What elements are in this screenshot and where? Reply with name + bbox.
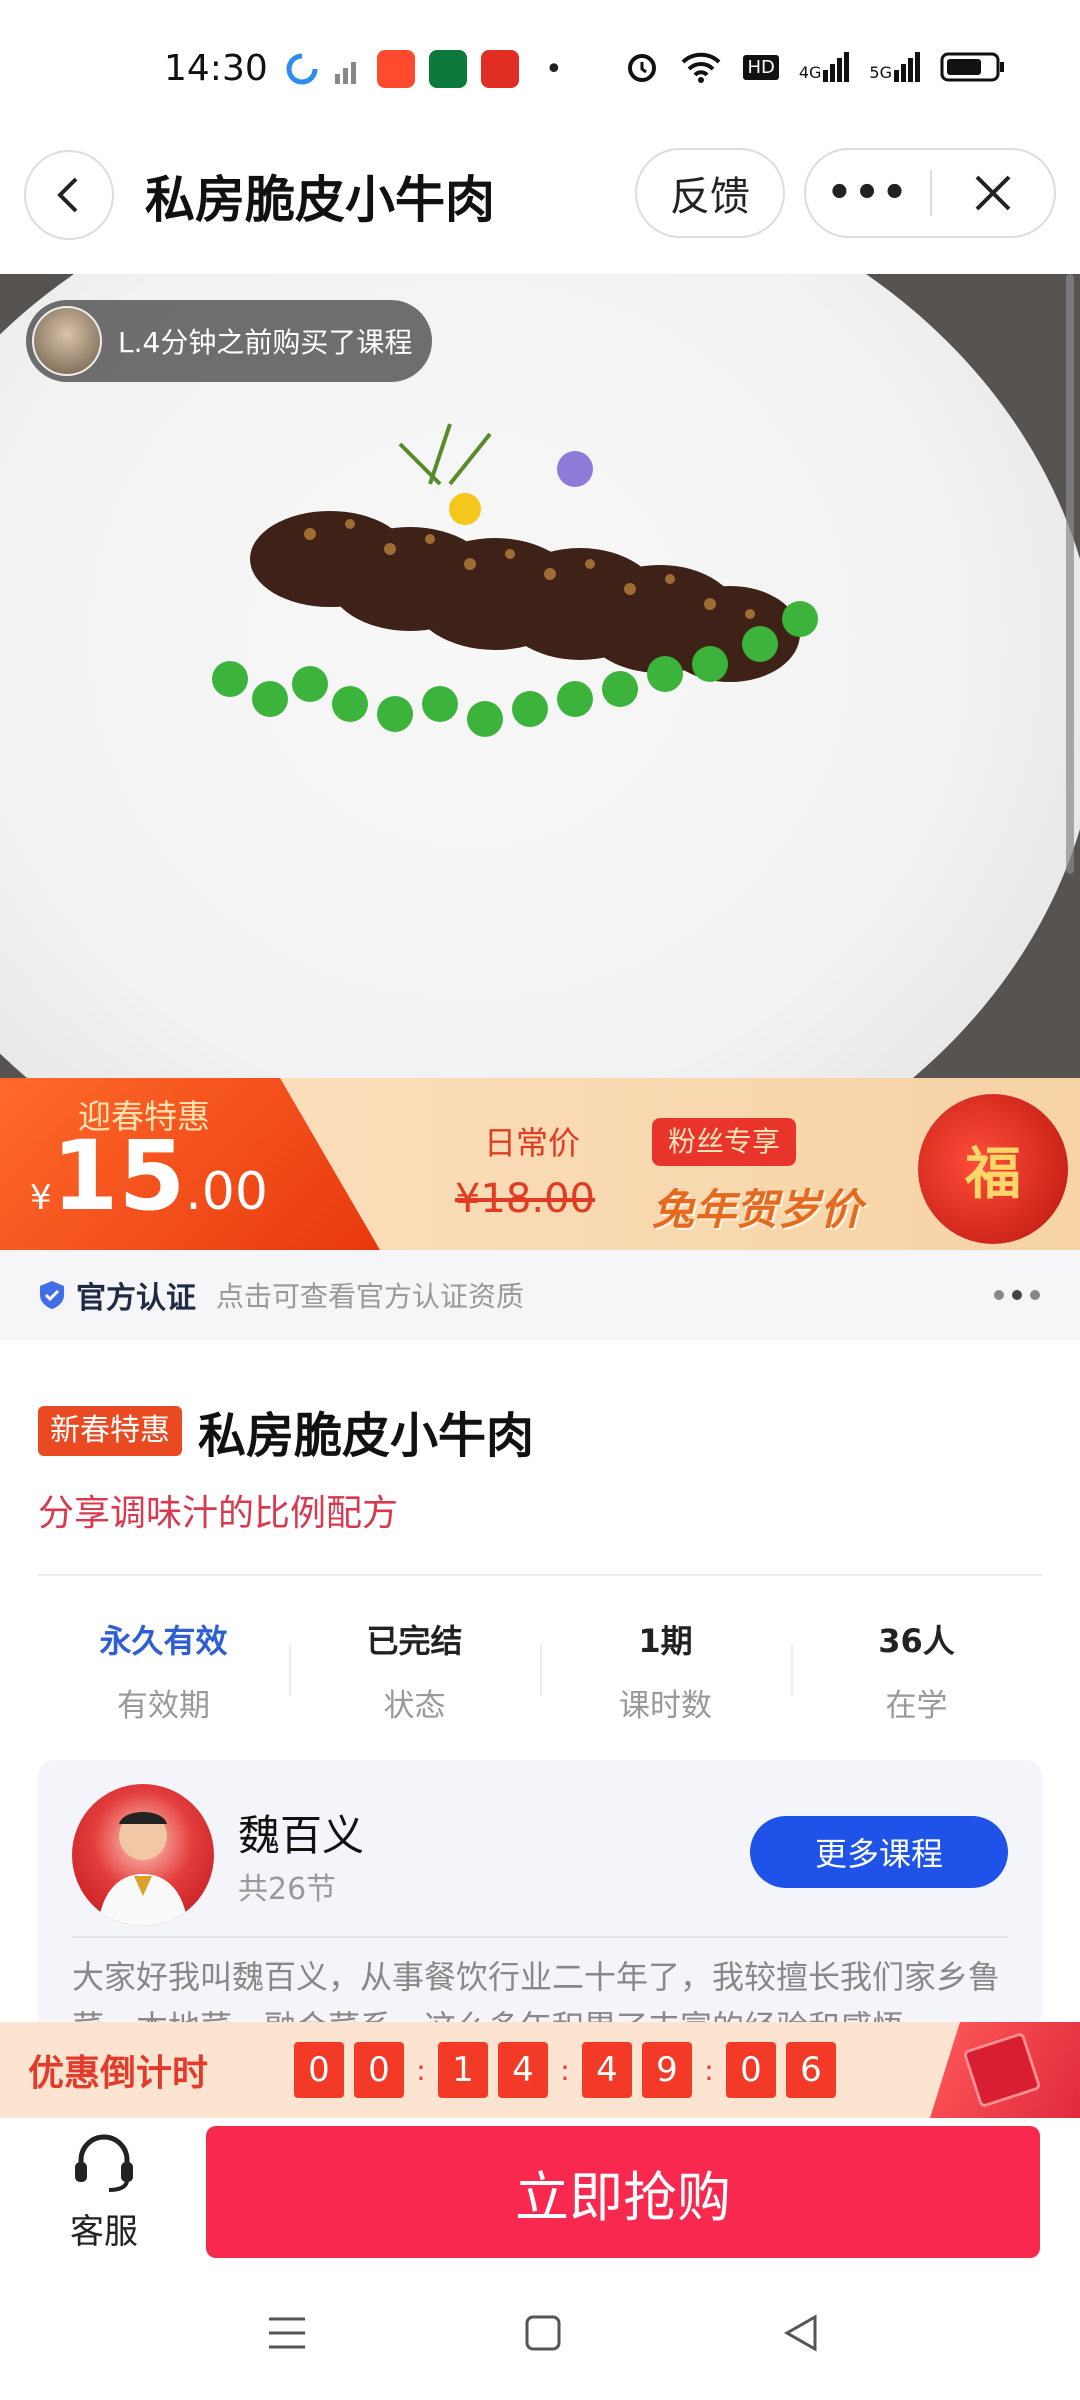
rabbit-year-price-text: 兔年贺岁价 xyxy=(652,1185,863,1234)
countdown-digit: 0 xyxy=(294,2042,344,2098)
signal-4g-icon: 4G xyxy=(799,52,850,82)
signal-weak-icon xyxy=(335,62,356,84)
teacher-lesson-count: 共26节 xyxy=(238,1872,337,1907)
stat-label: 课时数 xyxy=(619,1688,712,1724)
course-subtitle: 分享调味汁的比例配方 xyxy=(38,1493,399,1534)
price-banner: 迎春特惠 ¥15.00 日常价 ¥18.00 粉丝专享 兔年贺岁价 福 xyxy=(0,1078,1080,1250)
price-integer: 15 xyxy=(51,1120,186,1232)
price-decimal: .00 xyxy=(185,1162,268,1222)
countdown-digit: 0 xyxy=(354,2042,404,2098)
system-navigation-bar xyxy=(0,2270,1080,2400)
battery-icon xyxy=(940,52,1004,82)
countdown-label: 优惠倒计时 xyxy=(28,2053,209,2094)
feedback-button[interactable]: 反馈 xyxy=(635,148,785,238)
shield-check-icon xyxy=(40,1281,64,1309)
back-button[interactable] xyxy=(24,150,114,240)
countdown-digit: 1 xyxy=(438,2042,488,2098)
divider xyxy=(72,1936,1008,1938)
close-icon xyxy=(975,175,1011,211)
status-system-icons: HD 4G 5G xyxy=(625,50,1006,84)
stat-learners: 36人 在学 xyxy=(791,1610,1042,1730)
teacher-portrait-image xyxy=(98,1812,188,1926)
stat-value: 1期 xyxy=(638,1622,693,1660)
mini-app-capsule: ••• xyxy=(804,148,1056,238)
stat-status: 已完结 状态 xyxy=(289,1610,540,1730)
dish-image xyxy=(212,423,818,737)
image-scrollbar[interactable] xyxy=(1066,274,1074,874)
app-nav-bar: 私房脆皮小牛肉 反馈 ••• xyxy=(0,140,1080,274)
teacher-name: 魏百义 xyxy=(238,1811,365,1860)
page-title: 私房脆皮小牛肉 xyxy=(145,171,495,229)
course-title-row: 新春特惠 私房脆皮小牛肉 xyxy=(38,1396,534,1466)
countdown-digit: 6 xyxy=(786,2042,836,2098)
countdown-separator: : xyxy=(416,2053,426,2087)
customer-service-button[interactable]: 客服 xyxy=(54,2132,154,2253)
fans-exclusive-badge: 粉丝专享 xyxy=(652,1118,797,1166)
teacher-avatar[interactable] xyxy=(72,1784,214,1926)
chevron-left-icon xyxy=(57,177,78,213)
countdown-separator: : xyxy=(704,2053,714,2087)
teacher-intro: 大家好我叫魏百义，从事餐饮行业二十年了，我较擅长我们家乡鲁菜、本地菜、融合菜系，… xyxy=(72,1958,1001,2022)
current-price: ¥15.00 xyxy=(30,1120,268,1232)
more-courses-button[interactable]: 更多课程 xyxy=(750,1816,1008,1888)
divider xyxy=(38,1574,1042,1576)
certification-label: 官方认证 xyxy=(76,1281,196,1316)
countdown-digit: 9 xyxy=(642,2042,692,2098)
recent-purchase-text: L.4分钟之前购买了课程 xyxy=(118,326,413,359)
sync-icon xyxy=(286,53,318,85)
countdown-digit: 4 xyxy=(498,2042,548,2098)
buy-now-button[interactable]: 立即抢购 xyxy=(206,2126,1040,2258)
certification-hint: 点击可查看官方认证资质 xyxy=(216,1280,525,1313)
fu-lucky-bag-icon: 福 xyxy=(918,1094,1068,1244)
hd-icon: HD xyxy=(743,54,779,80)
status-bar: 14:30 • HD 4G 5G xyxy=(0,0,1080,140)
stat-lessons: 1期 课时数 xyxy=(540,1610,791,1730)
stat-value: 36人 xyxy=(878,1622,955,1660)
status-time: 14:30 xyxy=(164,48,268,89)
original-price: ¥18.00 xyxy=(455,1176,595,1222)
new-year-tag: 新春特惠 xyxy=(38,1406,182,1456)
countdown-digit: 0 xyxy=(726,2042,776,2098)
stat-value: 已完结 xyxy=(366,1622,463,1660)
kuaishou-app-icon xyxy=(377,50,415,88)
dot-icon: • xyxy=(545,51,563,87)
stat-label: 在学 xyxy=(885,1688,948,1724)
teacher-card[interactable]: 魏百义 共26节 更多课程 大家好我叫魏百义，从事餐饮行业二十年了，我较擅长我们… xyxy=(38,1760,1042,2030)
back-triangle-icon xyxy=(783,2314,817,2352)
countdown-timer: 0 0 : 1 4 : 4 9 : 0 6 xyxy=(294,2042,836,2098)
signal-5g-icon: 5G xyxy=(869,52,920,82)
course-stats: 永久有效 有效期 已完结 状态 1期 课时数 36人 在学 xyxy=(38,1610,1042,1730)
alarm-icon xyxy=(628,54,657,82)
customer-service-label: 客服 xyxy=(70,2212,138,2252)
course-cover-image xyxy=(0,274,1080,1084)
menu-button[interactable] xyxy=(262,2308,312,2358)
headset-icon xyxy=(75,2134,133,2192)
wifi-icon xyxy=(682,52,721,83)
stat-value: 永久有效 xyxy=(99,1622,228,1660)
course-title: 私房脆皮小牛肉 xyxy=(198,1408,535,1464)
recent-purchase-tip: L.4分钟之前购买了课程 xyxy=(26,300,433,382)
avatar xyxy=(32,306,102,376)
discount-countdown: 优惠倒计时 0 0 : 1 4 : 4 9 : 0 6 xyxy=(0,2022,1080,2118)
home-button[interactable] xyxy=(518,2308,568,2358)
more-dots-icon xyxy=(994,1290,1040,1300)
menu-icon xyxy=(269,2317,305,2349)
back-nav-button[interactable] xyxy=(776,2308,826,2358)
close-button[interactable] xyxy=(932,173,1054,213)
stat-label: 状态 xyxy=(383,1688,446,1724)
daily-price-label: 日常价 xyxy=(484,1124,581,1162)
countdown-digit: 4 xyxy=(582,2042,632,2098)
currency-symbol: ¥ xyxy=(30,1178,52,1218)
home-square-icon xyxy=(525,2315,561,2351)
pinduoduo-app-icon xyxy=(481,50,519,88)
stat-label: 有效期 xyxy=(117,1688,210,1724)
stat-validity: 永久有效 有效期 xyxy=(38,1610,289,1730)
countdown-separator: : xyxy=(560,2053,570,2087)
official-certification-row[interactable]: 官方认证 点击可查看官方认证资质 xyxy=(0,1250,1080,1340)
status-notification-icons: • xyxy=(285,50,563,88)
oppo-app-icon xyxy=(429,50,467,88)
more-button[interactable]: ••• xyxy=(806,170,930,216)
bottom-action-bar: 客服 立即抢购 xyxy=(0,2118,1080,2270)
